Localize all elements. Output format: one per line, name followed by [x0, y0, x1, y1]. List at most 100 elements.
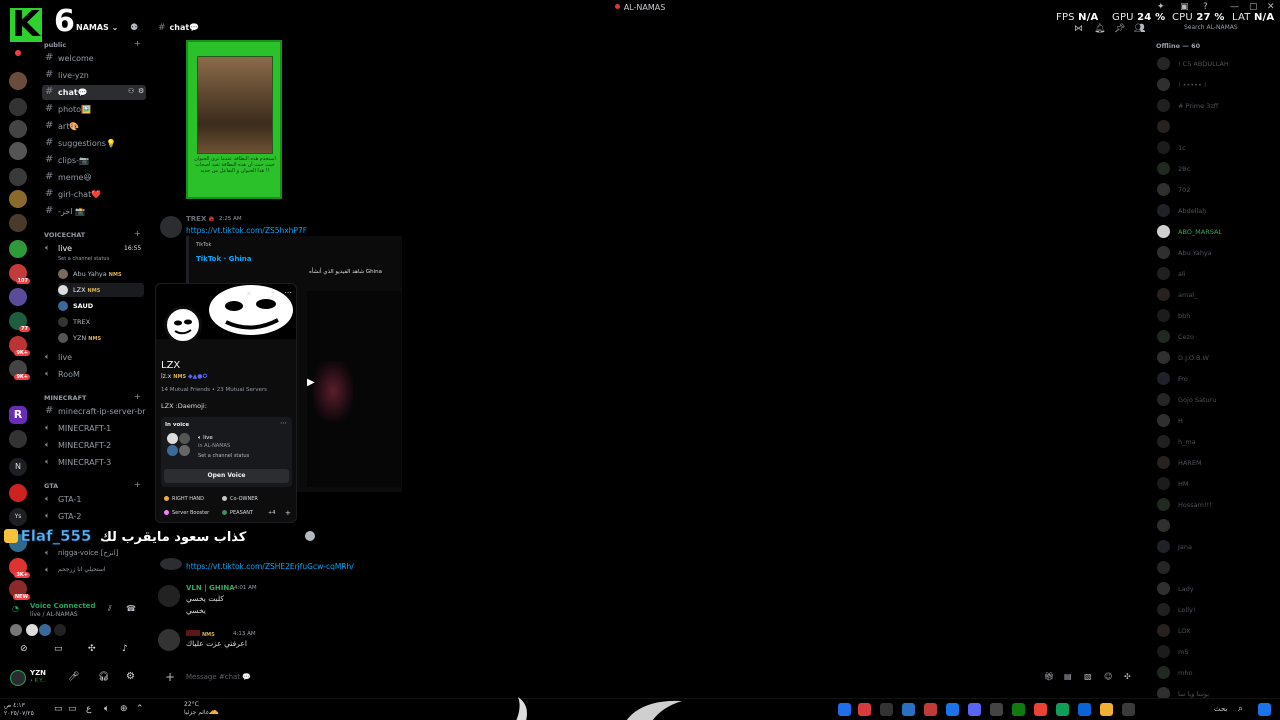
app-icon[interactable]	[924, 703, 937, 716]
discord-icon[interactable]	[968, 703, 981, 716]
emoji-icon[interactable]: ☺	[1104, 672, 1112, 681]
play-icon[interactable]: ▶	[307, 377, 315, 388]
member-item[interactable]	[1154, 516, 1278, 535]
gif-icon[interactable]: ▤	[1064, 672, 1072, 681]
member-item[interactable]: ! ••••• !	[1154, 75, 1278, 94]
more-icon[interactable]: ⋯	[284, 288, 292, 297]
gift-icon[interactable]: 🎁︎	[1044, 672, 1054, 681]
member-item[interactable]: Abu Yahya	[1154, 243, 1278, 262]
member-item[interactable]: D.J.O.B.W	[1154, 348, 1278, 367]
member-item[interactable]: ABO_MARSAL	[1154, 222, 1278, 241]
member-item[interactable]: Hossam!!!	[1154, 495, 1278, 514]
member-item[interactable]: HAREM	[1154, 453, 1278, 472]
channel-minecraft-ip[interactable]: # minecraft-ip-server-br	[42, 404, 146, 419]
more-icon[interactable]: ⋯	[280, 419, 287, 427]
gear-icon[interactable]: ⚙	[126, 671, 135, 682]
search-input[interactable]: Search AL-NAMAS	[1184, 24, 1238, 31]
pin-messages-icon[interactable]: 📌︎	[1114, 24, 1125, 34]
server-icon[interactable]	[9, 288, 27, 306]
close-button[interactable]: ✕	[1267, 2, 1275, 12]
member-item[interactable]: 702	[1154, 180, 1278, 199]
desktop-icon[interactable]: ▭	[68, 704, 77, 714]
headphones-icon[interactable]: 🎧︎	[98, 672, 109, 682]
server-icon[interactable]: 3K+	[9, 558, 30, 578]
app-icon[interactable]	[1056, 703, 1069, 716]
voice-channel-live[interactable]: 🔈︎ live 16:55	[42, 241, 146, 256]
bell-icon[interactable]: 🔔︎	[1094, 24, 1105, 34]
screen-share-icon[interactable]: ▭	[54, 644, 63, 654]
minimize-button[interactable]: —	[1230, 2, 1239, 12]
camera-off-icon[interactable]: ⊘	[20, 644, 28, 654]
member-item[interactable]: Lady	[1154, 579, 1278, 598]
noise-suppression-icon[interactable]: ⫽	[108, 604, 112, 614]
avatar[interactable]	[160, 216, 182, 238]
channel-other[interactable]: # -اخر 📸	[42, 204, 146, 219]
folder-icon[interactable]	[1100, 703, 1113, 716]
server-icon[interactable]	[9, 214, 27, 232]
channel-live-yzn[interactable]: # live-yzn	[42, 68, 146, 83]
attach-plus-icon[interactable]: +	[165, 670, 175, 684]
member-item[interactable]: Gojo Saturu	[1154, 390, 1278, 409]
profile-avatar[interactable]	[164, 306, 202, 344]
embed-title[interactable]: TikTok · Ghina	[196, 255, 252, 263]
activities-icon[interactable]: ✣	[88, 644, 96, 654]
microphone-icon[interactable]: 🎤︎	[68, 672, 79, 682]
server-icon[interactable]	[9, 142, 27, 160]
apps-icon[interactable]: ✣	[1124, 672, 1131, 681]
voice-channel-extra[interactable]: 🔈︎ استحيلي انا زرجحم	[42, 563, 146, 578]
channel-welcome[interactable]: # welcome	[42, 51, 146, 66]
avatar[interactable]	[158, 585, 180, 607]
add-channel-icon[interactable]: +	[134, 39, 141, 48]
inbox-icon[interactable]: ▣	[1180, 2, 1189, 12]
member-item[interactable]: Lolly!	[1154, 600, 1278, 619]
server-name[interactable]: NAMAS ⌄	[76, 23, 118, 32]
sticker-icon[interactable]: ▧	[1084, 672, 1092, 681]
invite-icon[interactable]: ⚉	[130, 23, 138, 33]
message-author[interactable]: VLN | GHINA	[186, 584, 235, 592]
voice-channel-minecraft-1[interactable]: 🔈︎ MINECRAFT-1	[42, 421, 146, 436]
voice-channel-room[interactable]: 🔈︎ RooM	[42, 367, 146, 382]
card-image[interactable]: استخدم هذه البطاقة عندما ترى الحيوان حيث…	[186, 40, 282, 199]
avatar[interactable]	[39, 624, 51, 636]
member-item[interactable]	[1154, 558, 1278, 577]
category-public[interactable]: public	[44, 41, 66, 49]
server-icon[interactable]: NEW	[9, 580, 30, 600]
add-channel-icon[interactable]: +	[134, 392, 141, 401]
signal-icon[interactable]: ◔	[12, 604, 19, 613]
member-item[interactable]: Fro	[1154, 369, 1278, 388]
help-icon[interactable]: ?	[1203, 2, 1208, 12]
category-gta[interactable]: GTA	[44, 482, 58, 490]
voice-connected-subtitle[interactable]: live / AL-NAMAS	[30, 611, 78, 618]
add-role-icon[interactable]: +	[285, 509, 291, 517]
network-icon[interactable]: ⊕	[120, 704, 128, 714]
avatar[interactable]	[158, 629, 180, 651]
taskbar-search[interactable]: بحث	[1214, 705, 1227, 713]
member-list-icon[interactable]: 👥︎	[1134, 24, 1145, 34]
member-item[interactable]: amal_	[1154, 285, 1278, 304]
server-icon[interactable]	[9, 72, 27, 90]
threads-icon[interactable]: ⋈	[1074, 24, 1083, 34]
username[interactable]: YZN	[30, 669, 46, 677]
channel-meme[interactable]: # meme😆	[42, 170, 146, 185]
voice-channel-live-2[interactable]: 🔈︎ live	[42, 350, 146, 365]
channel-clips[interactable]: # clips-📷	[42, 153, 146, 168]
server-icon[interactable]	[9, 240, 27, 258]
app-icon[interactable]	[946, 703, 959, 716]
server-icon[interactable]: Ys	[9, 508, 27, 526]
add-channel-icon[interactable]: +	[134, 229, 141, 238]
voice-channel-minecraft-3[interactable]: 🔈︎ MINECRAFT-3	[42, 455, 146, 470]
member-item[interactable]	[1154, 117, 1278, 136]
server-icon[interactable]: 9K+	[9, 360, 30, 380]
member-item[interactable]: Abdellah	[1154, 201, 1278, 220]
soundboard-icon[interactable]: ♪	[122, 644, 128, 654]
server-icon[interactable]	[9, 430, 27, 448]
language-icon[interactable]: ع	[86, 704, 91, 714]
avatar[interactable]	[10, 670, 26, 686]
member-item[interactable]: H	[1154, 411, 1278, 430]
add-channel-icon[interactable]: +	[134, 480, 141, 489]
open-voice-button[interactable]: Open Voice	[164, 469, 289, 483]
app-icon[interactable]	[858, 703, 871, 716]
message-input[interactable]: + Message #chat 💬 🎁︎ ▤ ▧ ☺ ✣	[156, 666, 1142, 688]
member-item[interactable]: mS	[1154, 642, 1278, 661]
channel-status[interactable]: Set a channel status	[58, 256, 109, 262]
